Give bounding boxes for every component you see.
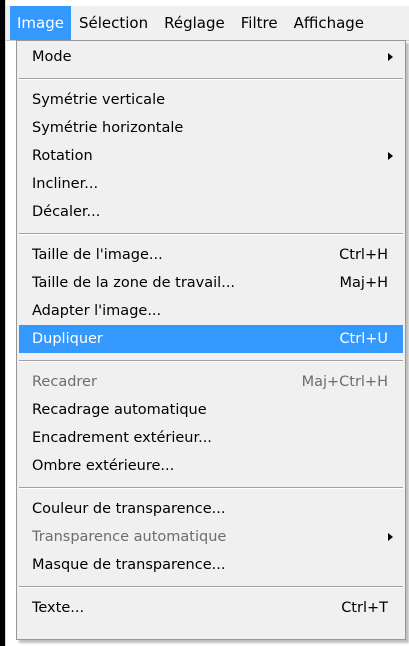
menu-item-ombre-exterieure[interactable]: Ombre extérieure...	[19, 452, 403, 480]
menu-item-label: Taille de l'image...	[32, 247, 163, 263]
menu-item-label: Transparence automatique	[32, 529, 227, 545]
menu-item-label: Couleur de transparence...	[32, 501, 226, 517]
menu-item-encadrement-exterieur[interactable]: Encadrement extérieur...	[19, 424, 403, 452]
menu-item-label: Masque de transparence...	[32, 557, 226, 573]
menu-item-decaler[interactable]: Décaler...	[19, 198, 403, 226]
menu-item-shortcut: Ctrl+T	[341, 600, 388, 616]
menu-item-label: Recadrer	[32, 374, 97, 390]
menu-separator	[19, 360, 403, 362]
menu-bar: Image Sélection Réglage Filtre Affichage	[6, 6, 409, 41]
menu-item-rotation[interactable]: Rotation	[19, 142, 403, 170]
menu-item-texte[interactable]: Texte... Ctrl+T	[19, 594, 403, 622]
menu-separator	[19, 487, 403, 489]
menu-item-masque-transparence[interactable]: Masque de transparence...	[19, 551, 403, 579]
menu-item-couleur-transparence[interactable]: Couleur de transparence...	[19, 495, 403, 523]
menu-item-symetrie-horizontale[interactable]: Symétrie horizontale	[19, 114, 403, 142]
menu-item-shortcut: Maj+Ctrl+H	[301, 374, 388, 390]
menu-separator	[19, 78, 403, 80]
menu-item-label: Décaler...	[32, 204, 101, 220]
menu-item-symetrie-verticale[interactable]: Symétrie verticale	[19, 86, 403, 114]
window-edge-highlight	[5, 0, 6, 646]
menu-item-recadrage-automatique[interactable]: Recadrage automatique	[19, 396, 403, 424]
menubar-item-affichage[interactable]: Affichage	[286, 6, 372, 40]
menu-separator	[19, 586, 403, 588]
menubar-item-image[interactable]: Image	[10, 6, 71, 40]
menu-item-dupliquer[interactable]: Dupliquer Ctrl+U	[19, 325, 403, 353]
image-dropdown-menu: Mode Symétrie verticale Symétrie horizon…	[16, 40, 406, 640]
menu-item-label: Mode	[32, 49, 72, 65]
menubar-item-filtre[interactable]: Filtre	[233, 6, 286, 40]
menu-item-shortcut: Ctrl+U	[339, 331, 388, 347]
menu-item-taille-image[interactable]: Taille de l'image... Ctrl+H	[19, 241, 403, 269]
menu-item-label: Adapter l'image...	[32, 303, 162, 319]
submenu-arrow-icon	[388, 152, 393, 160]
menu-item-label: Dupliquer	[32, 331, 103, 347]
menu-item-recadrer[interactable]: Recadrer Maj+Ctrl+H	[19, 368, 403, 396]
menu-item-label: Recadrage automatique	[32, 402, 207, 418]
menu-item-shortcut: Maj+H	[339, 275, 388, 291]
submenu-arrow-icon	[388, 53, 393, 61]
menu-item-label: Taille de la zone de travail...	[32, 275, 236, 291]
menu-item-label: Encadrement extérieur...	[32, 430, 212, 446]
menu-item-transparence-automatique[interactable]: Transparence automatique	[19, 523, 403, 551]
submenu-arrow-icon	[388, 533, 393, 541]
menu-item-label: Incliner...	[32, 176, 99, 192]
menu-item-label: Ombre extérieure...	[32, 458, 175, 474]
menu-item-mode[interactable]: Mode	[19, 43, 403, 71]
menu-item-taille-zone-travail[interactable]: Taille de la zone de travail... Maj+H	[19, 269, 403, 297]
menu-item-label: Symétrie verticale	[32, 92, 166, 108]
menubar-item-reglage[interactable]: Réglage	[156, 6, 233, 40]
menubar-item-selection[interactable]: Sélection	[71, 6, 156, 40]
menu-item-shortcut: Ctrl+H	[339, 247, 388, 263]
menu-item-label: Symétrie horizontale	[32, 120, 184, 136]
app-window: Image Sélection Réglage Filtre Affichage…	[0, 0, 409, 646]
menu-item-adapter-image[interactable]: Adapter l'image...	[19, 297, 403, 325]
menu-separator	[19, 233, 403, 235]
menu-item-label: Rotation	[32, 148, 93, 164]
menu-item-label: Texte...	[32, 600, 85, 616]
menu-item-incliner[interactable]: Incliner...	[19, 170, 403, 198]
